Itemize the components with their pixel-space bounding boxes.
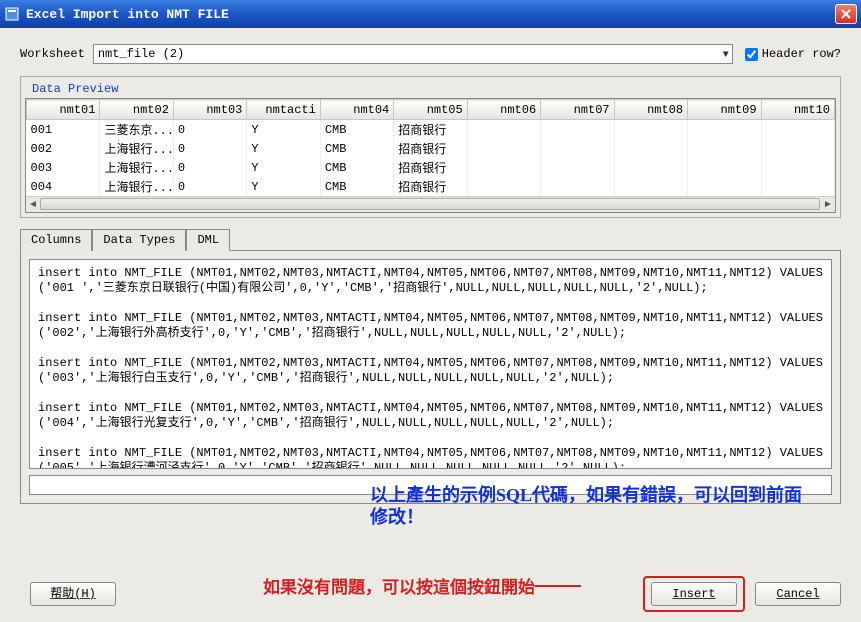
table-row[interactable]: 003上海银行...0YCMB招商银行: [27, 158, 835, 177]
scroll-left-icon[interactable]: ◄: [26, 197, 40, 212]
table-cell: [761, 177, 834, 196]
header-row-checkbox[interactable]: [745, 48, 758, 61]
tab-bar: Columns Data Types DML: [20, 228, 841, 251]
table-cell: [467, 177, 540, 196]
app-icon: [4, 6, 20, 22]
header-row-label: Header row?: [762, 47, 841, 61]
dml-panel: insert into NMT_FILE (NMT01,NMT02,NMT03,…: [20, 251, 841, 504]
column-header[interactable]: nmt08: [614, 100, 687, 120]
close-button[interactable]: [835, 4, 857, 24]
table-row[interactable]: 004上海银行...0YCMB招商银行: [27, 177, 835, 196]
table-cell: [541, 139, 614, 158]
table-cell: 001: [27, 120, 100, 140]
scroll-thumb[interactable]: [40, 198, 820, 210]
dml-stmt: insert into NMT_FILE (NMT01,NMT02,NMT03,…: [38, 266, 823, 296]
table-cell: 0: [173, 120, 246, 140]
table-cell: 002: [27, 139, 100, 158]
table-cell: Y: [247, 120, 320, 140]
table-cell: [467, 120, 540, 140]
table-cell: [614, 158, 687, 177]
table-cell: CMB: [320, 177, 393, 196]
table-cell: 003: [27, 158, 100, 177]
table-row[interactable]: 001三菱东京...0YCMB招商银行: [27, 120, 835, 140]
table-cell: CMB: [320, 158, 393, 177]
table-cell: [688, 177, 761, 196]
table-cell: [541, 158, 614, 177]
table-cell: 招商银行: [394, 139, 467, 158]
table-cell: 招商银行: [394, 120, 467, 140]
table-cell: Y: [247, 177, 320, 196]
scroll-right-icon[interactable]: ►: [821, 197, 835, 212]
column-header[interactable]: nmt10: [761, 100, 834, 120]
annotation-sql-note: 以上產生的示例SQL代碼，如果有錯誤，可以回到前面修改！: [370, 484, 810, 528]
table-cell: 三菱东京...: [100, 120, 173, 140]
dml-stmt: insert into NMT_FILE (NMT01,NMT02,NMT03,…: [38, 446, 823, 469]
table-cell: CMB: [320, 139, 393, 158]
data-preview-legend: Data Preview: [29, 82, 121, 96]
column-header[interactable]: nmt04: [320, 100, 393, 120]
table-cell: 0: [173, 139, 246, 158]
column-header[interactable]: nmt01: [27, 100, 100, 120]
table-cell: [467, 158, 540, 177]
table-cell: [761, 158, 834, 177]
table-cell: [761, 139, 834, 158]
column-header[interactable]: nmtacti: [247, 100, 320, 120]
worksheet-label: Worksheet: [20, 47, 85, 61]
help-button[interactable]: 帮助(H): [30, 582, 116, 606]
table-cell: [688, 158, 761, 177]
data-preview-group: Data Preview nmt01nmt02nmt03nmtactinmt04…: [20, 76, 841, 218]
table-cell: [614, 120, 687, 140]
table-cell: 0: [173, 158, 246, 177]
column-header[interactable]: nmt05: [394, 100, 467, 120]
table-cell: [614, 177, 687, 196]
column-header[interactable]: nmt07: [541, 100, 614, 120]
table-cell: 004: [27, 177, 100, 196]
table-cell: [541, 120, 614, 140]
worksheet-select[interactable]: nmt_file (2): [93, 44, 733, 64]
column-header[interactable]: nmt02: [100, 100, 173, 120]
column-header[interactable]: nmt09: [688, 100, 761, 120]
table-cell: [541, 177, 614, 196]
dml-stmt: insert into NMT_FILE (NMT01,NMT02,NMT03,…: [38, 401, 823, 431]
table-cell: [688, 120, 761, 140]
table-cell: CMB: [320, 120, 393, 140]
insert-button[interactable]: Insert: [651, 582, 737, 606]
titlebar: Excel Import into NMT FILE: [0, 0, 861, 28]
table-cell: [467, 139, 540, 158]
table-cell: [614, 139, 687, 158]
table-cell: 上海银行...: [100, 139, 173, 158]
dml-stmt: insert into NMT_FILE (NMT01,NMT02,NMT03,…: [38, 356, 823, 386]
worksheet-value: nmt_file (2): [98, 47, 184, 61]
table-cell: 招商银行: [394, 177, 467, 196]
dml-textarea[interactable]: insert into NMT_FILE (NMT01,NMT02,NMT03,…: [29, 259, 832, 469]
column-header[interactable]: nmt03: [173, 100, 246, 120]
insert-highlight: Insert: [643, 576, 745, 612]
cancel-button[interactable]: Cancel: [755, 582, 841, 606]
table-cell: 招商银行: [394, 158, 467, 177]
table-cell: [761, 120, 834, 140]
tab-columns[interactable]: Columns: [20, 229, 92, 251]
tab-datatypes[interactable]: Data Types: [92, 229, 186, 251]
table-row[interactable]: 002上海银行...0YCMB招商银行: [27, 139, 835, 158]
column-header[interactable]: nmt06: [467, 100, 540, 120]
horizontal-scrollbar[interactable]: ◄ ►: [26, 196, 835, 212]
window-title: Excel Import into NMT FILE: [26, 7, 835, 22]
tab-dml[interactable]: DML: [186, 229, 230, 251]
table-cell: 上海银行...: [100, 177, 173, 196]
dml-stmt: insert into NMT_FILE (NMT01,NMT02,NMT03,…: [38, 311, 823, 341]
table-cell: 0: [173, 177, 246, 196]
table-cell: 上海银行...: [100, 158, 173, 177]
table-cell: Y: [247, 139, 320, 158]
table-cell: [688, 139, 761, 158]
table-cell: Y: [247, 158, 320, 177]
preview-table: nmt01nmt02nmt03nmtactinmt04nmt05nmt06nmt…: [26, 99, 835, 196]
